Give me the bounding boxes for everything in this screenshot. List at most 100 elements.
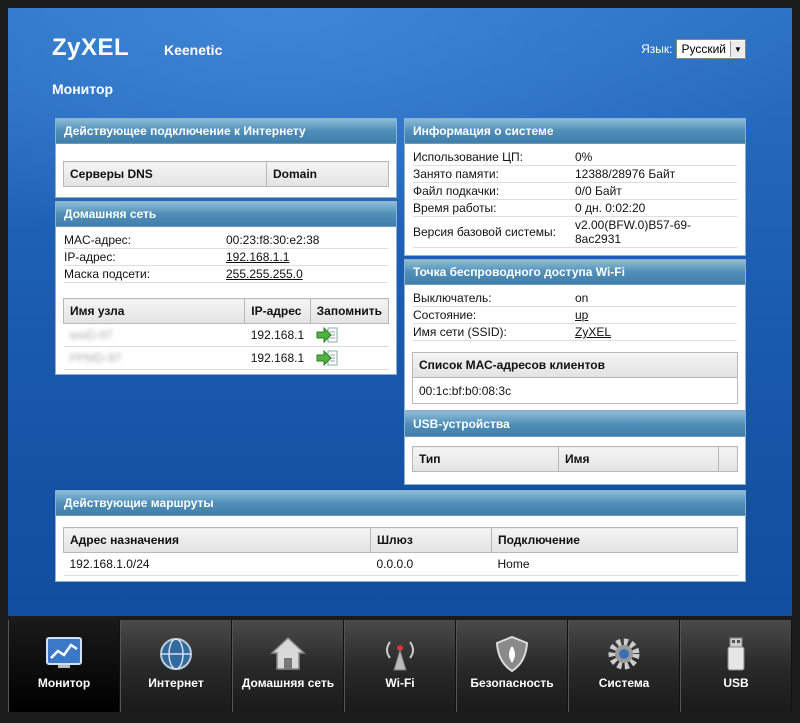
route-dest-header: Адрес назначения <box>63 527 371 553</box>
host-name-header: Имя узла <box>62 298 246 324</box>
route-gw-header: Шлюз <box>370 527 492 553</box>
uptime-value: 0 дн. 0:02:20 <box>575 201 646 215</box>
wifi-info-list: Выключатель: on Состояние: up Имя сети (… <box>413 290 737 341</box>
host-remember-header: Запомнить <box>309 298 390 324</box>
language-label: Язык: <box>641 42 673 56</box>
arrow-right-icon[interactable] <box>316 327 338 343</box>
remember-cell <box>310 346 389 370</box>
language-select[interactable]: Русский ▼ <box>676 39 746 59</box>
route-conn-header: Подключение <box>491 527 738 553</box>
nav-item-security[interactable]: Безопасность <box>456 620 568 712</box>
system-info-list: Использование ЦП: 0% Занято памяти: 1238… <box>413 149 737 248</box>
usb-stick-icon <box>727 637 745 671</box>
nav-label: Wi-Fi <box>385 676 415 690</box>
wifi-panel-title: Точка беспроводного доступа Wi-Fi <box>405 260 745 285</box>
ssid-label: Имя сети (SSID): <box>413 325 507 339</box>
brand-logo: ZyXEL <box>52 34 130 61</box>
nav-label: Интернет <box>148 676 204 690</box>
hosts-table: Имя узла IP-адрес Запомнить wsiD-97 192.… <box>62 298 390 370</box>
route-dest: 192.168.1.0/24 <box>63 552 371 576</box>
route-conn: Home <box>491 552 738 576</box>
system-info-panel: Информация о системе Использование ЦП: 0… <box>404 118 746 256</box>
firmware-row: Версия базовой системы: v2.00(BFW.0)B57-… <box>413 217 737 248</box>
internet-panel-title: Действующее подключение к Интернету <box>56 119 396 144</box>
usb-panel: USB-устройства Тип Имя <box>404 411 746 485</box>
remember-cell <box>310 323 389 347</box>
ip-link[interactable]: 192.168.1.1 <box>226 249 289 265</box>
routes-panel-title: Действующие маршруты <box>56 491 745 516</box>
cpu-row: Использование ЦП: 0% <box>413 149 737 166</box>
usb-panel-title: USB-устройства <box>405 412 745 437</box>
nav-item-home-network[interactable]: Домашняя сеть <box>232 620 344 712</box>
firmware-line-1: v2.00(BFW.0)B57-69- <box>575 218 692 232</box>
swap-label: Файл подкачки: <box>413 184 500 198</box>
wifi-panel: Точка беспроводного доступа Wi-Fi Выключ… <box>404 259 746 411</box>
gear-icon <box>608 638 640 670</box>
chevron-down-icon[interactable]: ▼ <box>730 41 745 57</box>
host-ip: 192.168.1 <box>244 323 311 347</box>
memory-label: Занято памяти: <box>413 167 499 181</box>
routes-table: Адрес назначения Шлюз Подключение 192.16… <box>63 527 738 576</box>
arrow-right-icon[interactable] <box>316 350 338 366</box>
language-selector: Язык: Русский ▼ <box>641 39 746 59</box>
state-label: Состояние: <box>413 308 477 322</box>
memory-row: Занято памяти: 12388/28976 Байт <box>413 166 737 183</box>
wifi-antenna-icon <box>386 641 414 671</box>
shield-icon <box>495 635 529 673</box>
memory-value: 12388/28976 Байт <box>575 167 676 181</box>
state-link[interactable]: up <box>575 307 588 323</box>
table-row: 192.168.1.0/24 0.0.0.0 Home <box>63 552 738 576</box>
switch-label: Выключатель: <box>413 291 492 305</box>
swap-value: 0/0 Байт <box>575 184 622 198</box>
nav-item-usb[interactable]: USB <box>680 620 792 712</box>
table-row: PPMD-97 192.168.1 <box>63 346 389 370</box>
host-ip: 192.168.1 <box>244 346 311 370</box>
system-panel-title: Информация о системе <box>405 119 745 144</box>
uptime-row: Время работы: 0 дн. 0:02:20 <box>413 200 737 217</box>
route-gw: 0.0.0.0 <box>370 552 492 576</box>
language-value: Русский <box>681 42 726 56</box>
monitor-chart-icon <box>46 637 82 668</box>
firmware-value: v2.00(BFW.0)B57-69- 8ac2931 <box>575 218 691 246</box>
usb-table: Тип Имя <box>412 446 738 472</box>
mask-label: Маска подсети: <box>64 267 151 281</box>
dns-header: Серверы DNS <box>63 161 267 187</box>
house-icon <box>270 636 306 670</box>
domain-header: Domain <box>266 161 389 187</box>
nav-label: Система <box>598 676 650 690</box>
dns-table: Серверы DNS Domain <box>63 161 389 187</box>
nav-label: Монитор <box>37 676 91 690</box>
home-info-list: MAC-адрес: 00:23:f8:30:e2:38 IP-адрес: 1… <box>64 232 388 283</box>
nav-label: Безопасность <box>470 676 554 690</box>
swap-row: Файл подкачки: 0/0 Байт <box>413 183 737 200</box>
mac-label: MAC-адрес: <box>64 233 132 247</box>
usb-extra-header <box>718 446 738 472</box>
nav-item-internet[interactable]: Интернет <box>120 620 232 712</box>
page-title: Монитор <box>52 81 114 97</box>
switch-value: on <box>575 291 589 305</box>
host-name: PPMD-97 <box>63 346 245 370</box>
firmware-label: Версия базовой системы: <box>413 225 556 239</box>
home-ip-row: IP-адрес: 192.168.1.1 <box>64 249 388 266</box>
ip-label: IP-адрес: <box>64 250 116 264</box>
usb-type-header: Тип <box>412 446 559 472</box>
home-network-panel: Домашняя сеть MAC-адрес: 00:23:f8:30:e2:… <box>55 201 397 375</box>
mask-link[interactable]: 255.255.255.0 <box>226 266 303 282</box>
client-mac: 00:1c:bf:b0:08:3c <box>419 384 512 398</box>
ssid-link[interactable]: ZyXEL <box>575 324 611 340</box>
switch-row: Выключатель: on <box>413 290 737 307</box>
cpu-value: 0% <box>575 150 593 164</box>
internet-panel: Действующее подключение к Интернету Серв… <box>55 118 397 198</box>
host-ip-header: IP-адрес <box>244 298 311 324</box>
nav-label: USB <box>723 676 749 690</box>
usb-name-header: Имя <box>558 446 719 472</box>
nav-item-wifi[interactable]: Wi-Fi <box>344 620 456 712</box>
main-stage: ZyXEL Keenetic Язык: Русский ▼ Монитор Д… <box>8 8 792 616</box>
nav-item-system[interactable]: Система <box>568 620 680 712</box>
model-name: Keenetic <box>164 42 223 58</box>
host-name: wsiD-97 <box>63 323 245 347</box>
state-row: Состояние: up <box>413 307 737 324</box>
home-mac-row: MAC-адрес: 00:23:f8:30:e2:38 <box>64 232 388 249</box>
ssid-row: Имя сети (SSID): ZyXEL <box>413 324 737 341</box>
nav-item-monitor[interactable]: Монитор <box>8 620 120 712</box>
